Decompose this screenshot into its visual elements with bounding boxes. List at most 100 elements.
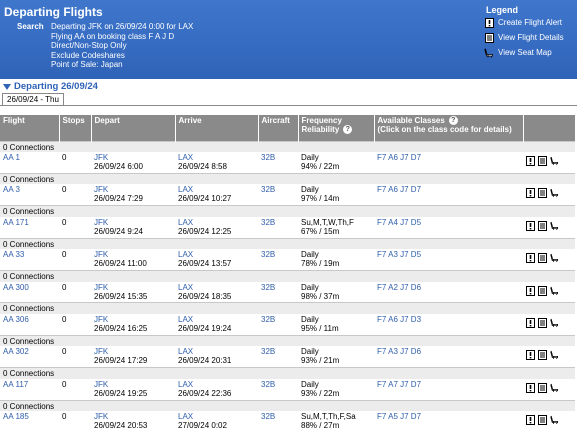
airline-link[interactable]: AA	[3, 218, 13, 227]
seat-icon[interactable]	[550, 253, 559, 263]
aircraft-link[interactable]: 32B	[261, 153, 275, 162]
flight-number-link[interactable]: 302	[15, 347, 28, 356]
flight-number-link[interactable]: 33	[15, 250, 24, 259]
arrive-airport-link[interactable]: LAX	[178, 153, 255, 162]
stops: 0	[62, 412, 67, 422]
alert-icon[interactable]	[526, 220, 535, 231]
airline-link[interactable]: AA	[3, 185, 13, 194]
arrive-airport-link[interactable]: LAX	[178, 185, 255, 194]
seat-icon[interactable]	[550, 383, 559, 393]
flight-number-link[interactable]: 1	[15, 153, 19, 162]
arrive-airport-link[interactable]: LAX	[178, 218, 255, 227]
arrive: LAX 26/09/24 19:24	[175, 314, 258, 335]
classes-link[interactable]: F7 A6 J7 D3	[377, 315, 421, 324]
arrive-airport-link[interactable]: LAX	[178, 347, 255, 356]
airline-link[interactable]: AA	[3, 380, 13, 389]
arrive: LAX 26/09/24 8:58	[175, 152, 258, 173]
seat-icon[interactable]	[550, 318, 559, 328]
depart-airport-link[interactable]: JFK	[94, 250, 172, 259]
seat-icon[interactable]	[550, 415, 559, 425]
tab-date[interactable]: 26/09/24 - Thu	[2, 93, 64, 105]
arrive-airport-link[interactable]: LAX	[178, 380, 255, 389]
details-icon[interactable]	[538, 285, 547, 296]
depart-airport-link[interactable]: JFK	[94, 380, 172, 389]
flight-number: AA 300	[0, 282, 59, 303]
flight-number-link[interactable]: 306	[15, 315, 28, 324]
flight-number-link[interactable]: 171	[15, 218, 28, 227]
airline-link[interactable]: AA	[3, 283, 13, 292]
alert-icon[interactable]	[526, 253, 535, 264]
seat-icon[interactable]	[550, 188, 559, 198]
alert-icon[interactable]	[526, 415, 535, 426]
airline-link[interactable]: AA	[3, 347, 13, 356]
airline-link[interactable]: AA	[3, 250, 13, 259]
flight-number-link[interactable]: 185	[15, 412, 28, 421]
depart-airport-link[interactable]: JFK	[94, 315, 172, 324]
depart-airport-link[interactable]: JFK	[94, 412, 172, 421]
classes-link[interactable]: F7 A6 J7 D7	[377, 185, 421, 194]
depart-airport-link[interactable]: JFK	[94, 218, 172, 227]
alert-icon[interactable]	[526, 188, 535, 199]
depart-airport-link[interactable]: JFK	[94, 347, 172, 356]
available-classes: F7 A5 J7 D7	[374, 411, 523, 432]
details-icon[interactable]	[538, 253, 547, 264]
arrive-airport-link[interactable]: LAX	[178, 250, 255, 259]
classes-link[interactable]: F7 A7 J7 D7	[377, 380, 421, 389]
aircraft-link[interactable]: 32B	[261, 380, 275, 389]
arrive-airport-link[interactable]: LAX	[178, 315, 255, 324]
aircraft-link[interactable]: 32B	[261, 250, 275, 259]
legend-flight-details[interactable]: View Flight Details	[484, 30, 577, 45]
help-icon[interactable]: ?	[448, 116, 458, 126]
arrive-airport-link[interactable]: LAX	[178, 412, 255, 421]
aircraft-link[interactable]: 32B	[261, 347, 275, 356]
classes-link[interactable]: F7 A2 J7 D6	[377, 283, 421, 292]
alert-icon[interactable]	[526, 317, 535, 328]
details-icon[interactable]	[538, 415, 547, 426]
seat-icon[interactable]	[550, 350, 559, 360]
classes-link[interactable]: F7 A6 J7 D7	[377, 153, 421, 162]
details-icon	[484, 32, 494, 43]
classes-link[interactable]: F7 A3 J7 D5	[377, 250, 421, 259]
airline-link[interactable]: AA	[3, 412, 13, 421]
actions	[523, 379, 575, 400]
alert-icon[interactable]	[526, 156, 535, 166]
airline-link[interactable]: AA	[3, 315, 13, 324]
depart-airport-link[interactable]: JFK	[94, 283, 172, 292]
arrive-time: 27/09/24 0:02	[178, 421, 227, 431]
legend-seat-map[interactable]: View Seat Map	[484, 45, 577, 60]
aircraft-link[interactable]: 32B	[261, 315, 275, 324]
aircraft: 32B	[258, 249, 298, 270]
depart-airport-link[interactable]: JFK	[94, 153, 172, 162]
arrive-airport-link[interactable]: LAX	[178, 283, 255, 292]
legend-create-alert[interactable]: Create Flight Alert	[484, 15, 577, 30]
arrive-time: 26/09/24 20:31	[178, 356, 232, 366]
help-icon[interactable]: ?	[343, 125, 353, 135]
aircraft-link[interactable]: 32B	[261, 185, 275, 194]
classes-link[interactable]: F7 A4 J7 D5	[377, 218, 421, 227]
flight-number-link[interactable]: 117	[15, 380, 28, 389]
frequency: Daily 93% / 22m	[298, 379, 374, 400]
classes-link[interactable]: F7 A5 J7 D7	[377, 412, 421, 421]
aircraft-link[interactable]: 32B	[261, 218, 275, 227]
aircraft-link[interactable]: 32B	[261, 283, 275, 292]
connections-row: 0 Connections	[0, 205, 575, 217]
alert-icon[interactable]	[526, 285, 535, 296]
departing-toggle[interactable]: Departing 26/09/24	[3, 81, 98, 92]
alert-icon[interactable]	[526, 350, 535, 361]
details-icon[interactable]	[538, 188, 547, 199]
alert-icon[interactable]	[526, 382, 535, 393]
seat-icon[interactable]	[550, 286, 559, 296]
seat-icon[interactable]	[550, 156, 559, 166]
details-icon[interactable]	[538, 350, 547, 361]
aircraft-link[interactable]: 32B	[261, 412, 275, 421]
details-icon[interactable]	[538, 382, 547, 393]
depart-airport-link[interactable]: JFK	[94, 185, 172, 194]
details-icon[interactable]	[538, 220, 547, 231]
classes-link[interactable]: F7 A3 J7 D6	[377, 347, 421, 356]
seat-icon[interactable]	[550, 221, 559, 231]
details-icon[interactable]	[538, 317, 547, 328]
details-icon[interactable]	[538, 156, 547, 166]
flight-number-link[interactable]: 300	[15, 283, 28, 292]
airline-link[interactable]: AA	[3, 153, 13, 162]
flight-number-link[interactable]: 3	[15, 185, 19, 194]
